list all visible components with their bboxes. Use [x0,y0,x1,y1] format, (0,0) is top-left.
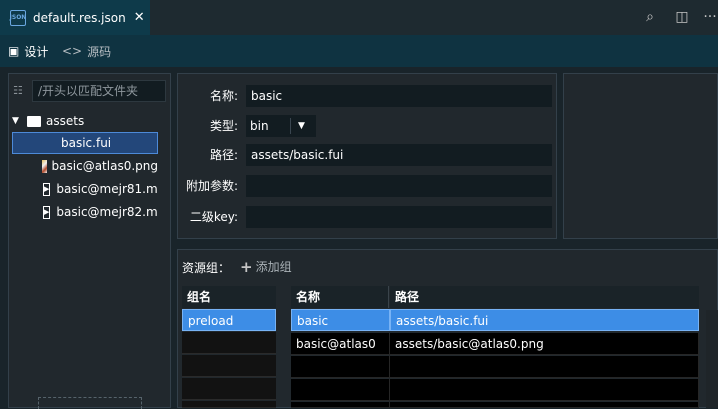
design-mode-label: 设计 [24,44,49,59]
table-cell-empty[interactable] [291,379,390,401]
source-mode-label: 源码 [87,44,112,59]
close-icon[interactable]: ✕ [134,10,145,25]
image-icon [42,159,47,173]
table-cell-empty[interactable] [390,356,699,378]
tree-item-label: basic@atlas0.png [51,159,158,173]
json-file-icon: JSON [10,9,26,26]
tree-item-atlas[interactable]: basic@atlas0.png [12,155,158,177]
name-label: 名称: [209,89,238,103]
table-cell-name[interactable]: basic [291,309,390,331]
split-editor-icon[interactable]: ◫ [674,9,690,25]
table-cell-empty[interactable] [390,379,699,401]
code-icon: <> [62,44,83,58]
subkey-label: 二级key: [189,210,238,224]
chevron-down-icon[interactable]: ▼ [298,115,305,137]
path-label: 路径: [209,148,238,162]
path-field[interactable]: assets/basic.fui [246,144,552,166]
subkey-field[interactable] [246,206,552,228]
preview-panel [563,73,718,239]
design-mode-button[interactable]: ▣ 设计 [8,43,48,59]
table-cell-path[interactable]: assets/basic.fui [390,309,699,331]
tree-item-label: basic@mejr81.mp3 [56,182,158,196]
name-field[interactable]: basic [246,85,552,107]
design-icon: ▣ [8,44,20,58]
tree-item-label: basic@mejr82.mp3 [56,205,158,219]
more-icon[interactable]: ··· [702,9,718,25]
type-select[interactable]: bin [246,115,316,137]
group-row-empty[interactable] [182,378,276,400]
drop-zone [38,397,142,409]
column-header-path[interactable]: 路径 [390,286,699,308]
group-row-empty[interactable] [182,332,276,354]
table-cell-empty[interactable] [390,402,699,408]
group-row-preload[interactable]: preload [182,309,276,331]
plus-icon: + [240,257,253,276]
table-cell-path[interactable]: assets/basic@atlas0.png [390,333,699,355]
add-group-label: 添加组 [255,260,292,274]
chevron-down-icon[interactable]: ▼ [12,116,22,126]
tree-item-mejr82[interactable]: ▶ basic@mejr82.mp3 [12,201,158,223]
table-cell-empty[interactable] [291,356,390,378]
type-label: 类型: [209,119,238,133]
find-icon[interactable]: ⌕ [642,9,658,25]
filter-input[interactable]: /开头以匹配文件夹 [32,80,166,102]
folder-icon [27,115,41,127]
params-label: 附加参数: [185,179,238,193]
scrollbar[interactable] [706,310,718,408]
source-mode-button[interactable]: <> 源码 [62,43,111,59]
tab-title: default.res.json [33,10,126,25]
tree-item-mejr81[interactable]: ▶ basic@mejr81.mp3 [12,178,158,200]
resource-groups-label: 资源组： [182,261,231,275]
group-row-empty[interactable] [182,401,276,408]
editor-tab[interactable]: JSON default.res.json ✕ [0,0,150,35]
tree-item-basic-fui[interactable]: basic.fui [12,132,158,154]
column-header-name[interactable]: 名称 [291,286,389,308]
table-cell-name[interactable]: basic@atlas0 [291,333,390,355]
select-divider [290,118,291,134]
table-cell-empty[interactable] [291,402,390,408]
params-field[interactable] [246,175,552,197]
group-row-empty[interactable] [182,355,276,377]
media-icon: ▶ [43,205,51,219]
media-icon: ▶ [43,182,51,196]
tree-folder-assets[interactable]: ▼ assets [12,110,158,132]
filter-icon[interactable]: ☷ [13,84,27,98]
column-header-group[interactable]: 组名 [182,286,276,308]
add-group-button[interactable]: + 添加组 [240,258,292,275]
tree-item-label: basic.fui [61,136,112,150]
tree-folder-label: assets [46,114,85,128]
